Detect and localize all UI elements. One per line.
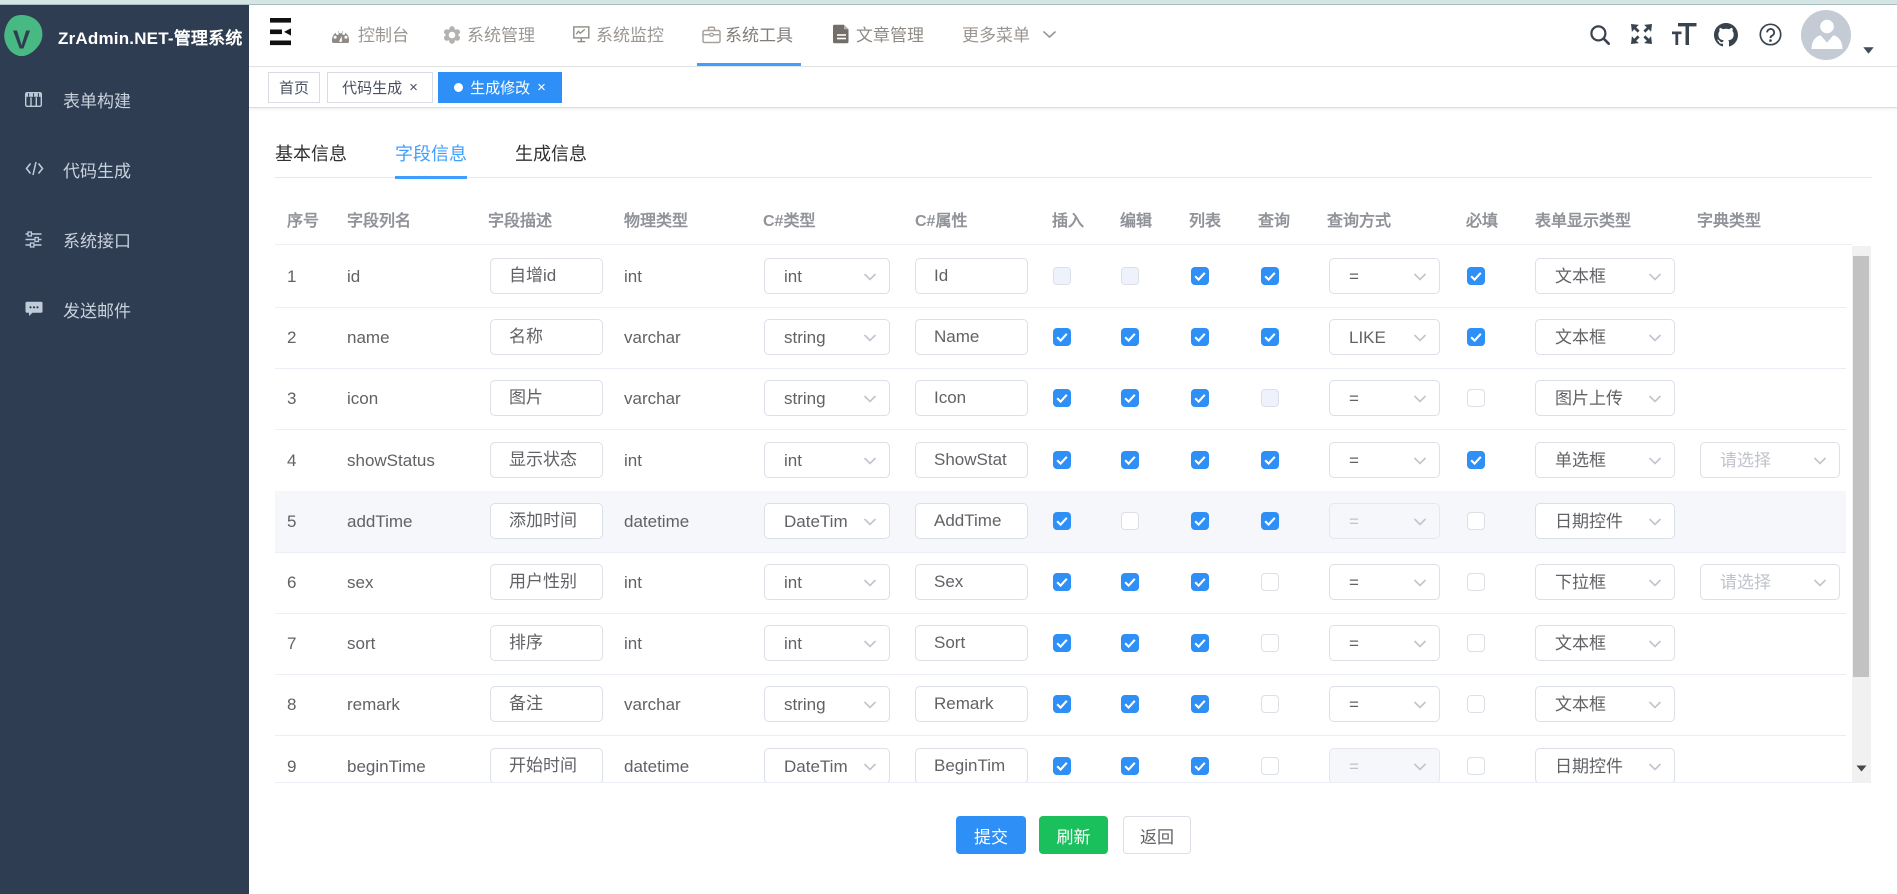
- svg-text:V: V: [13, 25, 31, 55]
